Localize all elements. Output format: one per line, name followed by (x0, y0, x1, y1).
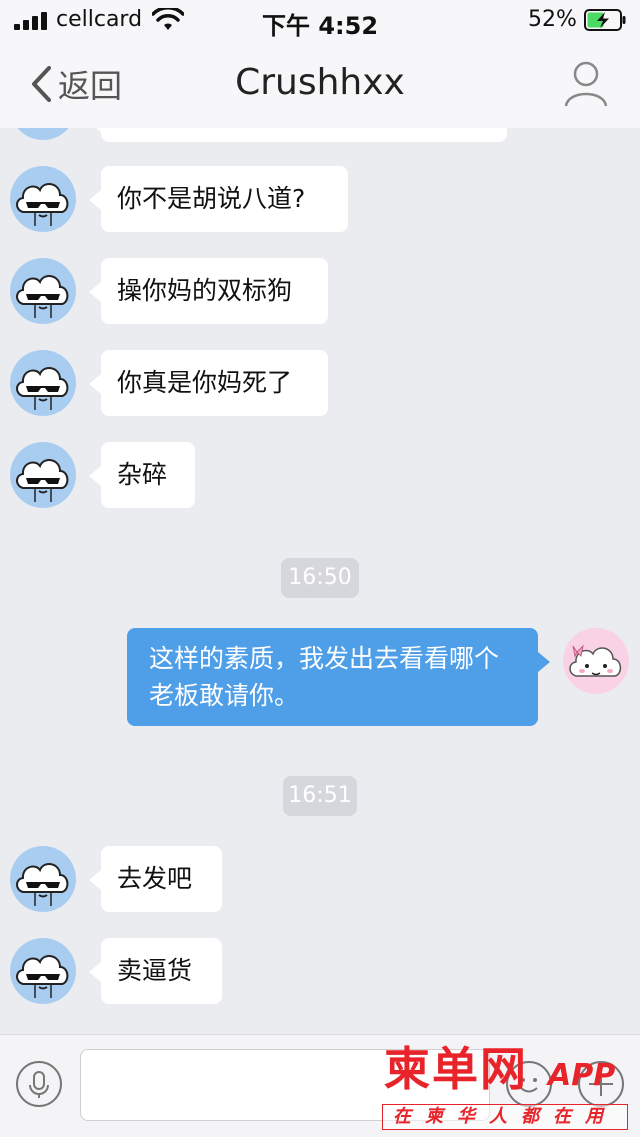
message-bubble[interactable]: 你不是胡说八道? (89, 166, 348, 232)
nav-bar: 返回 Crushhxx (0, 40, 640, 128)
cloud-sunglasses-icon (16, 863, 69, 906)
watermark-app: APP (548, 1058, 616, 1093)
voice-button[interactable] (16, 1061, 62, 1107)
message-bubble[interactable]: 你真是你妈死了 (89, 350, 328, 416)
avatar[interactable] (10, 350, 76, 416)
message-bubble[interactable]: 操你妈的双标狗 (89, 258, 328, 324)
cloud-sunglasses-icon (16, 183, 69, 226)
cloud-sunglasses-icon (16, 955, 69, 998)
message-bubble[interactable]: 杂碎 (89, 442, 195, 508)
avatar[interactable] (10, 938, 76, 1004)
avatar[interactable] (10, 442, 76, 508)
message-bubble[interactable]: 卖逼货 (89, 938, 222, 1004)
microphone-icon (29, 1071, 49, 1098)
avatar[interactable] (10, 846, 76, 912)
message-bubble-partial (89, 128, 507, 142)
cloud-sunglasses-icon (16, 367, 69, 410)
cloud-bow-icon (569, 644, 622, 677)
avatar[interactable] (10, 128, 76, 140)
message-bubble[interactable]: 这样的素质，我发出去看看哪个老板敢请你。 (127, 628, 550, 726)
message-bubble[interactable]: 去发吧 (89, 846, 222, 912)
person-icon[interactable] (564, 60, 608, 108)
battery-charging-icon (584, 9, 626, 31)
chat-area[interactable]: 你不是胡说八道? 操你妈的双标狗 你真是你妈死了 杂碎 16:50 这样的素质，我发出去看… (0, 128, 640, 1034)
avatar[interactable] (10, 258, 76, 324)
timestamp: 16:50 (281, 558, 359, 598)
cloud-sunglasses-icon (16, 275, 69, 318)
avatar[interactable] (563, 628, 629, 694)
watermark-slogan: 在柬华人都在用 (382, 1104, 628, 1130)
battery-percent: 52% (528, 7, 577, 32)
status-bar: cellcard 下午 4:52 52% (0, 0, 640, 40)
avatar[interactable] (10, 166, 76, 232)
chat-title: Crushhxx (235, 62, 405, 103)
watermark-logo: 柬单网 (384, 1042, 528, 1096)
cloud-sunglasses-icon (16, 459, 69, 502)
cloud-sunglasses-icon (10, 128, 76, 140)
timestamp: 16:51 (283, 776, 357, 816)
